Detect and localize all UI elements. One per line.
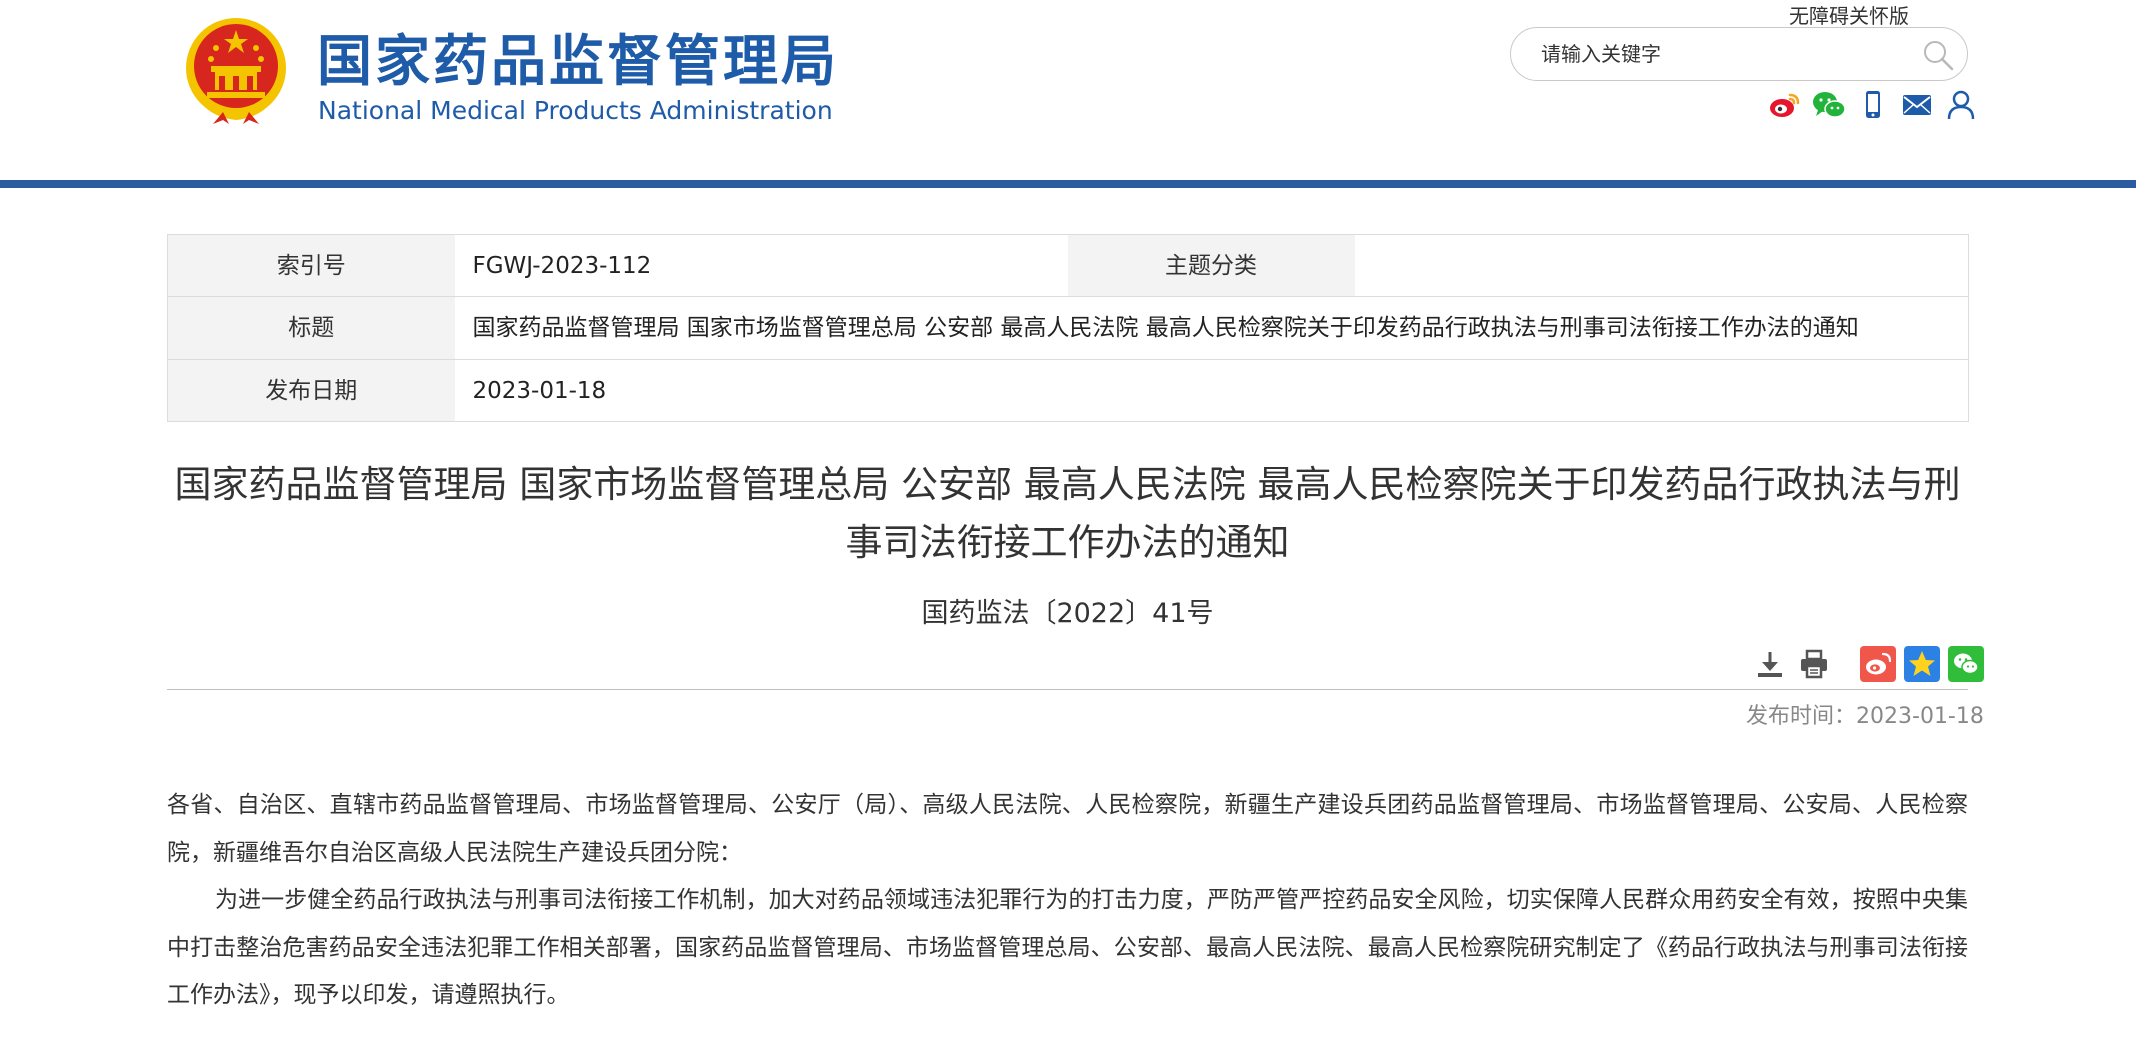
search-input[interactable] [1541,36,1901,72]
article-divider [167,689,1968,690]
weibo-icon[interactable] [1768,88,1802,122]
date-value: 2023-01-18 [472,377,607,404]
meta-row-index: 索引号 FGWJ-2023-112 主题分类 [167,234,1969,297]
search-icon[interactable] [1921,38,1955,72]
share-qzone-icon[interactable] [1904,646,1940,682]
paragraph-main: 为进一步健全药品行政执法与刑事司法衔接工作机制，加大对药品领域违法犯罪行为的打击… [167,887,1968,1008]
user-icon[interactable] [1944,88,1978,122]
header-divider-bar [0,180,2136,188]
article-title: 国家药品监督管理局 国家市场监督管理总局 公安部 最高人民法院 最高人民检察院关… [174,463,1961,564]
publish-time-value: 2023-01-18 [1856,704,1984,729]
publish-time-label: 发布时间： [1746,704,1857,729]
paragraph-recipients: 各省、自治区、直辖市药品监督管理局、市场监督管理局、公安厅（局）、高级人民法院、… [167,792,1968,866]
national-emblem-logo[interactable] [183,16,289,126]
category-label: 主题分类 [1067,234,1355,297]
date-label: 发布日期 [167,359,455,422]
search-box [1510,27,1968,81]
meta-row-date: 发布日期 2023-01-18 [167,359,1969,422]
social-links [1768,88,1978,124]
title-value: 国家药品监督管理局 国家市场监督管理总局 公安部 最高人民法院 最高人民检察院关… [454,296,1969,360]
mail-icon[interactable] [1900,88,1934,122]
publish-time: 发布时间：2023-01-18 [1746,702,1984,732]
category-value [1354,234,1969,297]
share-wechat-icon[interactable] [1948,646,1984,682]
index-value: FGWJ-2023-112 [454,234,1068,297]
mobile-icon[interactable] [1856,88,1890,122]
article-toolbar [1744,646,1984,682]
document-number: 国药监法〔2022〕41号 [921,598,1214,629]
download-icon[interactable] [1752,646,1788,682]
document-meta-table: 索引号 FGWJ-2023-112 主题分类 标题 国家药品监督管理局 国家市场… [167,234,1969,422]
accessibility-mode-link[interactable]: 无障碍关怀版 [1789,2,1909,30]
article-body: 各省、自治区、直辖市药品监督管理局、市场监督管理局、公安厅（局）、高级人民法院、… [167,782,1968,1020]
site-header: 国家药品监督管理局 National Medical Products Admi… [0,0,2136,180]
title-label: 标题 [167,296,455,360]
share-weibo-icon[interactable] [1860,646,1896,682]
print-icon[interactable] [1796,646,1832,682]
site-title-en[interactable]: National Medical Products Administration [318,96,833,126]
index-label: 索引号 [167,234,455,297]
meta-row-title: 标题 国家药品监督管理局 国家市场监督管理总局 公安部 最高人民法院 最高人民检… [167,296,1969,360]
site-title-cn[interactable]: 国家药品监督管理局 [317,26,839,96]
wechat-icon[interactable] [1812,88,1846,122]
